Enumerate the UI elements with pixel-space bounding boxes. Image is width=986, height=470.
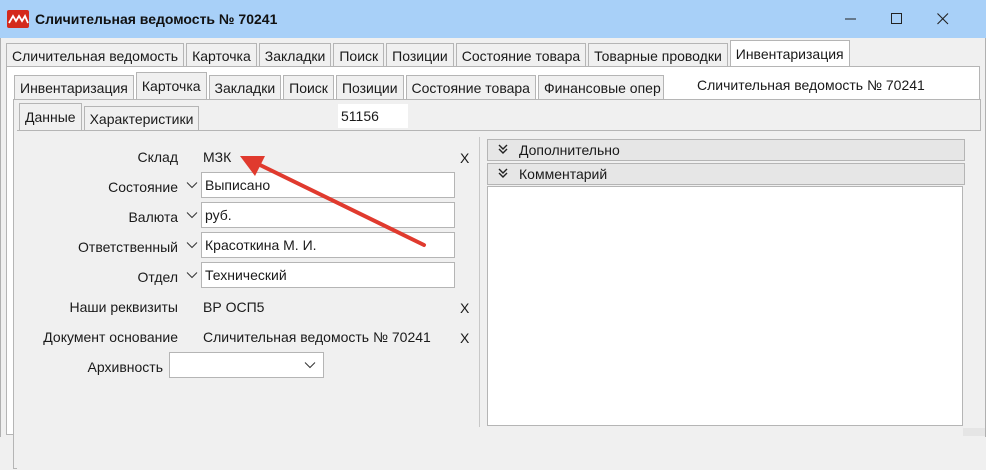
tab-inner-search[interactable]: Поиск: [283, 75, 334, 99]
tab-outer-inventory[interactable]: Инвентаризация: [729, 40, 850, 67]
responsible-label: Ответственный: [78, 239, 178, 255]
close-button[interactable]: [920, 0, 966, 38]
tab-outer-positions[interactable]: Позиции: [386, 43, 454, 67]
additional-section-header[interactable]: Дополнительно: [487, 139, 965, 161]
warehouse-value: МЗК: [203, 149, 232, 165]
double-chevron-down-icon: [498, 168, 508, 178]
outer-tab-bar: Сличительная ведомость Карточка Закладки…: [6, 40, 852, 67]
tab-inner-card[interactable]: Карточка: [135, 72, 207, 99]
tab-inner-financial-operations[interactable]: Финансовые опер: [537, 75, 664, 99]
maximize-icon: [891, 13, 902, 24]
tab-outer-goods-state[interactable]: Состояние товара: [455, 43, 587, 67]
archive-dropdown-button[interactable]: [302, 352, 318, 378]
app-logo-icon: [7, 10, 29, 28]
tab-outer-card[interactable]: Карточка: [186, 43, 257, 67]
responsible-dropdown-button[interactable]: [184, 232, 200, 258]
department-dropdown-button[interactable]: [184, 262, 200, 288]
department-field[interactable]: Технический: [201, 262, 455, 288]
resize-grip[interactable]: [963, 428, 985, 436]
state-field[interactable]: Выписано: [201, 172, 455, 198]
tab-inner-goods-state[interactable]: Состояние товара: [405, 75, 536, 99]
panel-separator[interactable]: [479, 137, 480, 427]
chevron-down-icon: [186, 182, 198, 189]
document-number: 51156: [338, 104, 408, 128]
tab-outer-comparison-statement[interactable]: Сличительная ведомость: [6, 43, 185, 67]
double-chevron-down-icon: [498, 144, 508, 154]
chevron-down-icon: [186, 242, 198, 249]
warehouse-label: Склад: [137, 149, 178, 165]
minimize-icon: [845, 18, 856, 20]
additional-section-label: Дополнительно: [519, 142, 620, 158]
currency-label: Валюта: [128, 209, 178, 225]
archive-select[interactable]: [169, 352, 324, 378]
minimize-button[interactable]: [828, 0, 874, 38]
tab-inner-positions[interactable]: Позиции: [335, 75, 404, 99]
currency-field[interactable]: руб.: [201, 202, 455, 228]
tab-inner-bookmarks[interactable]: Закладки: [208, 75, 282, 99]
maximize-button[interactable]: [874, 0, 920, 38]
window-title: Сличительная ведомость № 70241: [35, 11, 278, 27]
title-bar[interactable]: Сличительная ведомость № 70241: [0, 0, 986, 38]
base-document-label: Документ основание: [43, 329, 178, 345]
tab-outer-search[interactable]: Поиск: [333, 43, 385, 67]
our-details-clear-button[interactable]: X: [460, 300, 469, 316]
comment-textarea[interactable]: [487, 186, 963, 426]
comment-section-header[interactable]: Комментарий: [487, 163, 965, 185]
tab-outer-goods-postings[interactable]: Товарные проводки: [588, 43, 728, 67]
state-dropdown-button[interactable]: [184, 172, 200, 198]
our-details-label: Наши реквизиты: [69, 299, 178, 315]
chevron-down-icon: [186, 272, 198, 279]
responsible-field[interactable]: Красоткина М. И.: [201, 232, 455, 258]
base-document-value: Сличительная ведомость № 70241: [203, 329, 431, 345]
inner-tab-bar: Инвентаризация Карточка Закладки Поиск П…: [14, 72, 666, 99]
currency-dropdown-button[interactable]: [184, 202, 200, 228]
department-label: Отдел: [137, 269, 179, 285]
inner-document-title: Сличительная ведомость № 70241: [697, 76, 947, 100]
base-document-clear-button[interactable]: X: [460, 330, 469, 346]
state-label: Состояние: [108, 179, 178, 195]
our-details-value: ВР ОСП5: [203, 299, 265, 315]
tab-inner-inventory[interactable]: Инвентаризация: [14, 75, 134, 99]
archive-label: Архивность: [87, 359, 163, 375]
comment-section-label: Комментарий: [519, 166, 608, 182]
tab-data[interactable]: Данные: [19, 103, 82, 130]
sub-tab-bar: Данные Характеристики: [19, 103, 201, 130]
close-icon: [937, 13, 949, 25]
warehouse-clear-button[interactable]: X: [460, 150, 469, 166]
tab-characteristics[interactable]: Характеристики: [83, 106, 200, 130]
chevron-down-icon: [186, 212, 198, 219]
tab-outer-bookmarks[interactable]: Закладки: [258, 43, 332, 67]
chevron-down-icon: [304, 362, 316, 369]
